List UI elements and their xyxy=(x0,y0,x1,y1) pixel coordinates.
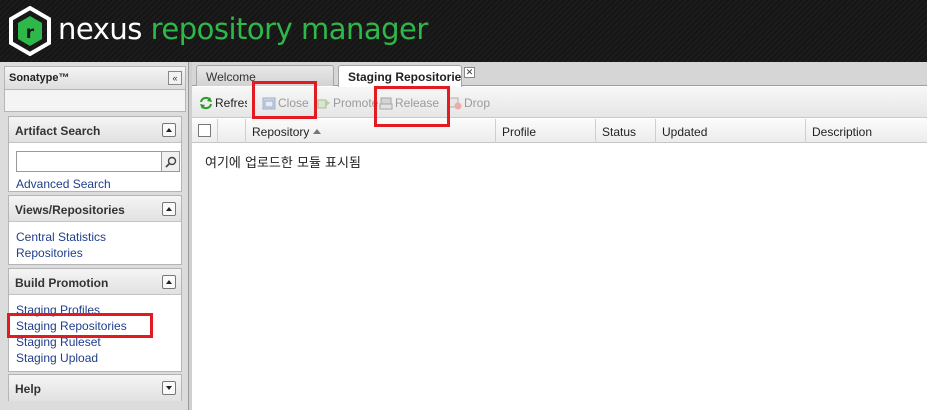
main-content: Welcome Staging Repositories ✕ Refresh C… xyxy=(192,62,927,410)
highlight-release-button xyxy=(374,86,450,127)
tab-staging-repositories[interactable]: Staging Repositories xyxy=(338,65,462,87)
search-button[interactable] xyxy=(162,151,180,172)
link-central-statistics[interactable]: Central Statistics xyxy=(16,229,174,245)
drop-button[interactable]: Drop xyxy=(448,96,490,110)
logo-letter: r xyxy=(26,23,35,43)
panel-title: Build Promotion xyxy=(15,276,109,290)
column-status[interactable]: Status xyxy=(596,119,656,143)
promote-icon xyxy=(317,99,330,109)
panel-title: Views/Repositories xyxy=(15,203,125,217)
column-label: Repository xyxy=(252,125,310,139)
column-updated[interactable]: Updated xyxy=(656,119,806,143)
refresh-icon xyxy=(200,96,212,110)
expand-down-icon[interactable] xyxy=(162,381,176,395)
refresh-label: Refresh xyxy=(215,96,247,110)
highlight-close-button xyxy=(252,81,317,119)
sidebar-title: Sonatype™ xyxy=(9,72,70,84)
panel-title: Help xyxy=(15,382,42,396)
panel-help: Help xyxy=(8,374,182,401)
collapse-sidebar-button[interactable]: « xyxy=(168,71,182,85)
app-header: r nexus repository manager xyxy=(0,0,927,62)
close-tab-icon[interactable]: ✕ xyxy=(464,67,475,78)
sidebar: Sonatype™ « Artifact Search Advanced Sea… xyxy=(0,62,189,410)
panel-build-promotion-header[interactable]: Build Promotion xyxy=(9,269,181,295)
search-icon xyxy=(165,156,177,168)
panel-views-repositories: Views/Repositories Central Statistics Re… xyxy=(8,195,182,265)
select-all-checkbox[interactable] xyxy=(198,124,211,137)
column-description[interactable]: Description xyxy=(806,119,927,143)
sort-ascending-icon xyxy=(313,129,322,134)
app-title: nexus repository manager xyxy=(58,12,428,46)
column-repository[interactable]: Repository xyxy=(246,119,496,143)
link-repositories[interactable]: Repositories xyxy=(16,245,174,261)
collapse-up-icon[interactable] xyxy=(162,275,176,289)
panel-title: Artifact Search xyxy=(15,124,101,138)
panel-artifact-search: Artifact Search Advanced Search xyxy=(8,116,182,192)
artifact-search-input[interactable] xyxy=(16,151,162,172)
brand-word-nexus: nexus xyxy=(58,12,142,46)
promote-button[interactable]: Promote xyxy=(317,96,378,110)
search-row xyxy=(16,151,180,173)
grid-header: Repository Profile Status Updated Descri… xyxy=(192,119,927,143)
link-advanced-search[interactable]: Advanced Search xyxy=(16,176,174,192)
panel-artifact-search-header[interactable]: Artifact Search xyxy=(9,117,181,143)
column-profile[interactable]: Profile xyxy=(496,119,596,143)
drop-label: Drop xyxy=(464,96,491,110)
select-all-cell xyxy=(192,119,218,143)
collapse-up-icon[interactable] xyxy=(162,202,176,216)
brand-word-rest: repository manager xyxy=(141,12,429,46)
highlight-staging-repositories xyxy=(7,313,153,338)
grid-empty-message: 여기에 업로드한 모듈 표시됨 xyxy=(205,156,361,171)
promote-label: Promote xyxy=(333,96,379,110)
panel-help-header[interactable]: Help xyxy=(9,375,181,401)
sidebar-spacer xyxy=(4,90,186,112)
nexus-logo-icon: r xyxy=(9,6,51,56)
collapse-up-icon[interactable] xyxy=(162,123,176,137)
column-blank xyxy=(218,119,246,143)
refresh-button[interactable]: Refresh xyxy=(199,96,247,110)
sidebar-header: Sonatype™ « xyxy=(4,66,186,90)
panel-views-repositories-header[interactable]: Views/Repositories xyxy=(9,196,181,222)
link-staging-upload[interactable]: Staging Upload xyxy=(16,350,174,366)
drop-icon xyxy=(448,97,462,110)
